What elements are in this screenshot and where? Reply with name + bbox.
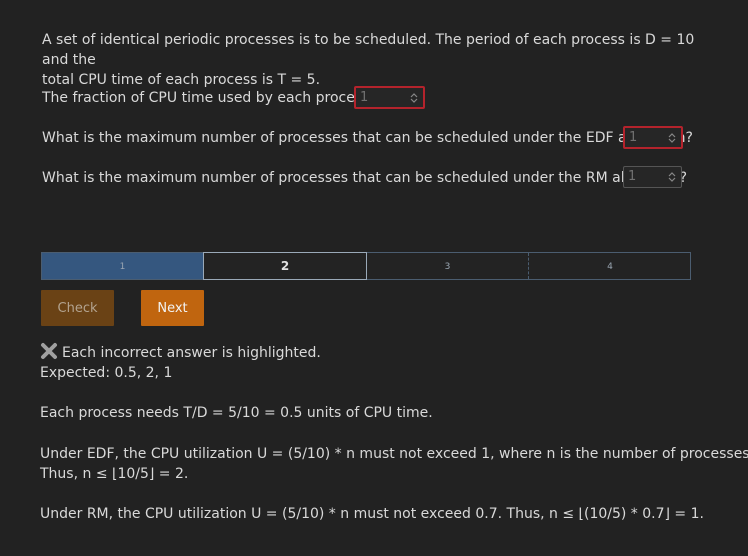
progress-segment-1[interactable]: 1 [42, 253, 203, 279]
progress-segment-4[interactable]: 4 [528, 253, 691, 279]
explanation-edf-line-2: Thus, n ≤ ⌊10/5⌋ = 2. [40, 466, 189, 482]
progress-bar: 1 2 3 4 [41, 252, 691, 280]
spinner-icon[interactable] [668, 132, 676, 144]
answer-1-input[interactable]: 1 [354, 86, 425, 109]
problem-statement: A set of identical periodic processes is… [42, 30, 702, 90]
progress-segment-2[interactable]: 2 [203, 252, 367, 280]
explanation-rm: Under RM, the CPU utilization U = (5/10)… [40, 506, 704, 522]
answer-3-value: 1 [628, 169, 637, 184]
cross-icon [41, 343, 57, 359]
question-1-label: The fraction of CPU time used by each pr… [42, 90, 386, 106]
spinner-icon[interactable] [668, 171, 676, 183]
feedback-status-text: Each incorrect answer is highlighted. [62, 345, 321, 361]
answer-1-value: 1 [360, 90, 369, 105]
explanation-edf-line-1: Under EDF, the CPU utilization U = (5/10… [40, 446, 748, 462]
next-button[interactable]: Next [141, 290, 204, 326]
answer-2-input[interactable]: 1 [623, 126, 683, 149]
expected-answers: Expected: 0.5, 2, 1 [40, 365, 173, 381]
explanation-cpu-fraction: Each process needs T/D = 5/10 = 0.5 unit… [40, 405, 433, 421]
problem-line-1: A set of identical periodic processes is… [42, 32, 695, 68]
question-2-label: What is the maximum number of processes … [42, 130, 693, 146]
question-3-label: What is the maximum number of processes … [42, 170, 688, 186]
spinner-icon[interactable] [410, 92, 418, 104]
answer-2-value: 1 [629, 130, 638, 145]
answer-3-input[interactable]: 1 [623, 166, 682, 188]
progress-segment-3[interactable]: 3 [367, 253, 528, 279]
check-button[interactable]: Check [41, 290, 114, 326]
feedback-status: Each incorrect answer is highlighted. [40, 342, 321, 363]
